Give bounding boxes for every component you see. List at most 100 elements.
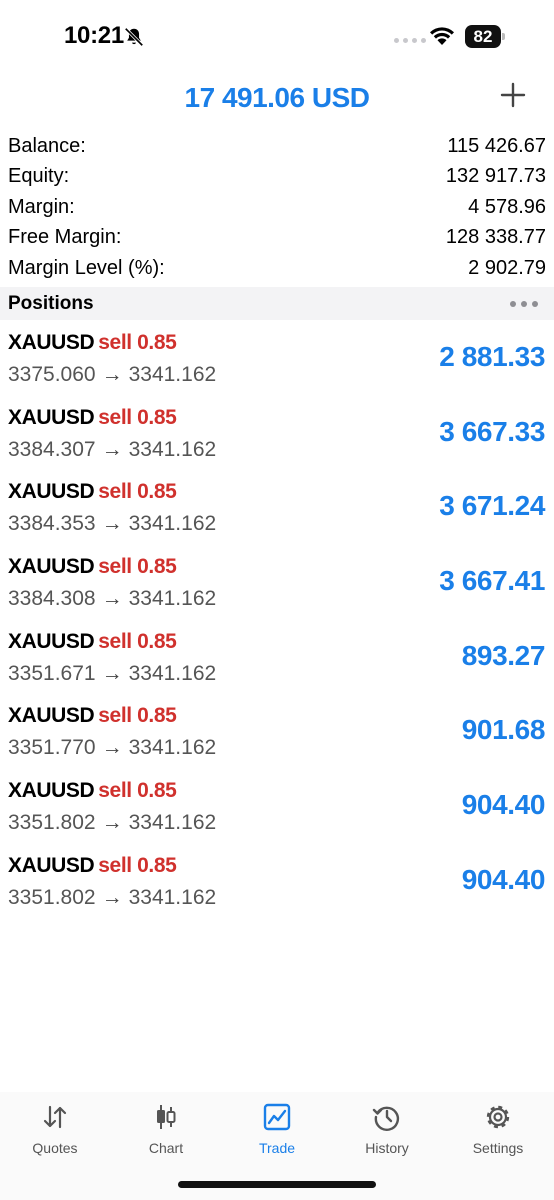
positions-section-header[interactable]: Positions — [0, 287, 554, 320]
arrow-right-icon: → — [101, 736, 123, 760]
position-profit: 901.68 — [461, 714, 546, 746]
summary-value: 4 578.96 — [468, 195, 546, 218]
position-row[interactable]: XAUUSD sell 0.85 3384.353 → 3341.162 3 671.… — [0, 472, 554, 547]
tab-chart[interactable]: Chart — [121, 1102, 211, 1156]
position-row[interactable]: XAUUSD sell 0.85 3384.307 → 3341.162 3 667.… — [0, 398, 554, 473]
position-profit: 3 671.24 — [439, 490, 545, 522]
summary-label: Equity: — [8, 165, 70, 188]
position-symbol: XAUUSD — [8, 779, 95, 803]
header: 17 491.06 USD — [0, 72, 554, 124]
tab-trade[interactable]: Trade — [232, 1102, 322, 1156]
chart-icon — [157, 1105, 176, 1129]
settings-icon — [486, 1105, 510, 1129]
summary-value: 132 917.73 — [445, 165, 546, 188]
tab-label: Quotes — [32, 1140, 78, 1156]
position-side: sell 0.85 — [98, 480, 177, 504]
history-icon — [372, 1106, 399, 1131]
position-open-price: 3384.307 — [8, 437, 96, 461]
position-profit: 904.40 — [461, 789, 546, 821]
arrow-right-icon: → — [101, 587, 123, 611]
position-open-price: 3351.802 — [8, 811, 96, 835]
account-summary: Balance: 115 426.67 Equity: 132 917.73 M… — [0, 131, 554, 284]
summary-row-equity: Equity: 132 917.73 — [0, 162, 554, 193]
position-profit: 2 881.33 — [439, 341, 545, 372]
position-open-price: 3384.308 — [8, 587, 96, 611]
position-open-price: 3351.802 — [8, 885, 96, 909]
position-current-price: 3341.162 — [128, 512, 217, 536]
position-row[interactable]: XAUUSD sell 0.85 3384.308 → 3341.162 3 667.… — [0, 547, 554, 622]
position-symbol: XAUUSD — [8, 704, 95, 728]
position-row[interactable]: XAUUSD sell 0.85 3351.802 → 3341.162 904.40 — [0, 846, 554, 921]
trade-icon — [263, 1103, 291, 1131]
summary-label: Balance: — [8, 134, 86, 157]
summary-label: Free Margin: — [8, 226, 122, 249]
summary-row-margin: Margin: 4 578.96 — [0, 192, 554, 223]
summary-label: Margin Level (%): — [8, 256, 165, 279]
position-current-price: 3341.162 — [128, 736, 217, 760]
cellular-signal-icon — [394, 38, 426, 43]
position-row[interactable]: XAUUSD sell 0.85 3375.060 → 3341.162 2 881.… — [0, 323, 554, 398]
position-symbol: XAUUSD — [8, 555, 95, 579]
tab-label: History — [365, 1140, 409, 1156]
status-time: 10:21 — [64, 22, 124, 49]
summary-value: 115 426.67 — [447, 134, 546, 157]
position-side: sell 0.85 — [98, 555, 177, 579]
position-current-price: 3341.162 — [128, 885, 217, 909]
position-open-price: 3351.770 — [8, 736, 96, 760]
arrow-right-icon: → — [101, 885, 123, 909]
quotes-icon — [43, 1105, 67, 1129]
add-order-button[interactable] — [500, 82, 526, 108]
position-side: sell 0.85 — [98, 853, 177, 877]
position-profit: 904.40 — [461, 863, 546, 895]
battery-level: 82 — [465, 25, 501, 48]
position-current-price: 3341.162 — [128, 587, 217, 611]
status-bar: 10:21 82 — [0, 0, 554, 70]
arrow-right-icon: → — [101, 437, 123, 461]
position-open-price: 3351.671 — [8, 661, 96, 685]
position-symbol: XAUUSD — [8, 853, 95, 877]
position-current-price: 3341.162 — [128, 363, 217, 386]
position-side: sell 0.85 — [98, 704, 177, 728]
arrow-right-icon: → — [101, 661, 123, 685]
positions-list: XAUUSD sell 0.85 3375.060 → 3341.162 2 881.… — [0, 323, 554, 921]
position-profit: 3 667.41 — [439, 565, 545, 597]
position-symbol: XAUUSD — [8, 331, 95, 354]
positions-title: Positions — [8, 293, 94, 314]
bell-slash-icon — [124, 27, 144, 47]
position-profit: 3 667.33 — [439, 415, 545, 447]
battery-icon: 82 — [465, 25, 506, 48]
tab-label: Settings — [472, 1140, 524, 1156]
position-profit: 893.27 — [461, 639, 546, 671]
position-row[interactable]: XAUUSD sell 0.85 3351.770 → 3341.162 901.68 — [0, 696, 554, 771]
arrow-right-icon: → — [101, 363, 123, 386]
more-options-icon[interactable] — [510, 301, 538, 307]
home-indicator[interactable] — [178, 1181, 376, 1188]
summary-row-balance: Balance: 115 426.67 — [0, 131, 554, 162]
position-side: sell 0.85 — [98, 405, 177, 429]
position-symbol: XAUUSD — [8, 480, 95, 504]
position-row[interactable]: XAUUSD sell 0.85 3351.802 → 3341.162 904.40 — [0, 771, 554, 846]
arrow-right-icon: → — [101, 811, 123, 835]
position-side: sell 0.85 — [98, 779, 177, 803]
position-symbol: XAUUSD — [8, 405, 95, 429]
tab-quotes[interactable]: Quotes — [10, 1102, 100, 1156]
tab-label: Trade — [258, 1140, 296, 1156]
summary-value: 2 902.79 — [468, 256, 546, 279]
summary-value: 128 338.77 — [445, 226, 546, 249]
arrow-right-icon: → — [101, 512, 123, 536]
position-side: sell 0.85 — [98, 629, 177, 653]
position-open-price: 3384.353 — [8, 512, 96, 536]
position-row[interactable]: XAUUSD sell 0.85 3351.671 → 3341.162 893.27 — [0, 622, 554, 697]
tab-settings[interactable]: Settings — [453, 1102, 543, 1156]
position-symbol: XAUUSD — [8, 629, 95, 653]
tab-history[interactable]: History — [342, 1102, 432, 1156]
summary-label: Margin: — [8, 195, 75, 218]
position-current-price: 3341.162 — [128, 437, 217, 461]
position-current-price: 3341.162 — [128, 661, 217, 685]
position-open-price: 3375.060 — [8, 363, 96, 386]
wifi-icon — [430, 27, 454, 45]
position-side: sell 0.85 — [98, 331, 177, 354]
summary-row-margin-level: Margin Level (%): 2 902.79 — [0, 253, 554, 284]
tab-label: Chart — [148, 1140, 184, 1156]
account-profit-title: 17 491.06 USD — [184, 82, 370, 113]
